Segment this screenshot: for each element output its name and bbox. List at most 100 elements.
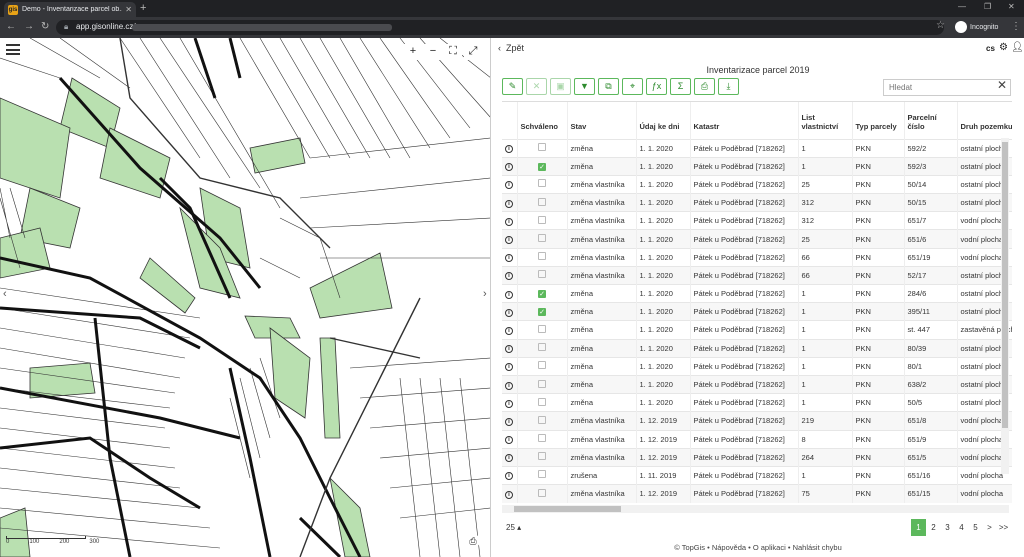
page-5[interactable]: 5 <box>969 519 982 536</box>
info-icon[interactable]: i <box>505 308 513 317</box>
col-udaj[interactable]: Údaj ke dni <box>636 102 691 139</box>
col-schvaleno[interactable]: Schváleno <box>517 102 568 139</box>
col-parcelni-cislo[interactable]: Parcelní číslo <box>904 102 958 139</box>
page-1[interactable]: 1 <box>911 519 926 536</box>
table-row[interactable]: i ✓ změna 1. 1. 2020 Pátek u Poděbrad [71826… <box>502 156 1012 176</box>
browser-tab[interactable]: gis Demo - Inventarizace parcel ob... ✕ <box>4 2 136 17</box>
approved-checkbox[interactable] <box>538 143 546 152</box>
filter-map-button[interactable]: ⧉ <box>598 78 619 95</box>
download-button[interactable]: ⤓ <box>718 78 739 95</box>
zoom-out-button[interactable]: − <box>424 44 442 60</box>
col-katastr[interactable]: Katastr <box>690 102 799 139</box>
table-row[interactable]: i změna vlastníka 1. 12. 2019 Pátek u Poděb… <box>502 429 1012 449</box>
page-3[interactable]: 3 <box>941 519 954 536</box>
map-view[interactable]: + − ⛶ ⤢ ‹ › 0 100 200 300 ⎙ <box>0 38 491 557</box>
approved-checkbox[interactable] <box>538 415 546 424</box>
table-row[interactable]: i změna 1. 1. 2020 Pátek u Poděbrad [718262… <box>502 320 1012 340</box>
reload-icon[interactable]: ↻ <box>41 21 49 33</box>
info-icon[interactable]: i <box>505 236 513 245</box>
col-typ-parcely[interactable]: Typ parcely <box>852 102 905 139</box>
page-2[interactable]: 2 <box>927 519 940 536</box>
close-icon[interactable]: ✕ <box>125 5 132 14</box>
footer-report-link[interactable]: Nahlásit chybu <box>793 543 842 552</box>
table-row[interactable]: i ✓ změna 1. 1. 2020 Pátek u Poděbrad [71826… <box>502 283 1012 303</box>
info-icon[interactable]: i <box>505 345 513 354</box>
user-icon[interactable]: 👤︎ <box>1011 42 1024 53</box>
approved-checkbox[interactable] <box>538 343 546 352</box>
col-stav[interactable]: Stav <box>567 102 637 139</box>
info-icon[interactable]: i <box>505 490 513 499</box>
approved-checkbox[interactable]: ✓ <box>538 290 546 299</box>
search-input[interactable] <box>883 79 1011 96</box>
browser-menu-icon[interactable]: ⋮ <box>1011 21 1021 32</box>
approved-checkbox[interactable] <box>538 179 546 188</box>
clear-search-icon[interactable]: ✕ <box>997 78 1007 92</box>
col-info[interactable] <box>502 102 518 139</box>
info-icon[interactable]: i <box>505 417 513 426</box>
table-row[interactable]: i změna vlastníka 1. 12. 2019 Pátek u Poděb… <box>502 484 1012 503</box>
footer-help-link[interactable]: Nápověda <box>712 543 746 552</box>
table-row[interactable]: i změna vlastníka 1. 12. 2019 Pátek u Poděb… <box>502 447 1012 467</box>
new-tab-icon[interactable]: + <box>140 2 146 15</box>
info-icon[interactable]: i <box>505 272 513 281</box>
gear-icon[interactable]: ⚙ <box>999 42 1008 53</box>
edit-button[interactable]: ✎ <box>502 78 523 95</box>
approved-checkbox[interactable] <box>538 234 546 243</box>
fullscreen-icon[interactable]: ⤢ <box>464 44 482 60</box>
approved-checkbox[interactable] <box>538 470 546 479</box>
approved-checkbox[interactable]: ✓ <box>538 162 546 171</box>
info-icon[interactable]: i <box>505 454 513 463</box>
info-icon[interactable]: i <box>505 181 513 190</box>
info-icon[interactable]: i <box>505 399 513 408</box>
window-close-icon[interactable]: ✕ <box>1008 2 1015 11</box>
vertical-scrollbar[interactable] <box>1001 138 1009 474</box>
horizontal-scrollbar[interactable] <box>502 505 1009 513</box>
table-row[interactable]: i změna vlastníka 1. 12. 2019 Pátek u Poděb… <box>502 411 1012 430</box>
language-switch[interactable]: cs <box>986 44 995 53</box>
back-arrow-icon[interactable]: ← <box>6 21 16 33</box>
incognito-indicator[interactable]: Incognito <box>955 21 998 33</box>
table-row[interactable]: i změna vlastníka 1. 1. 2020 Pátek u Poděbr… <box>502 211 1012 230</box>
table-row[interactable]: i ✓ změna 1. 1. 2020 Pátek u Poděbrad [71826… <box>502 302 1012 321</box>
col-list-vlastnictvi[interactable]: List vlastnictví <box>798 102 853 139</box>
cadastral-map[interactable] <box>0 38 491 557</box>
select-map-button[interactable]: ⌖ <box>622 78 643 95</box>
zoom-extent-icon[interactable]: ⛶ <box>444 44 462 60</box>
table-row[interactable]: i změna 1. 1. 2020 Pátek u Poděbrad [718262… <box>502 138 1012 158</box>
map-menu-icon[interactable] <box>6 44 20 55</box>
page-4[interactable]: 4 <box>955 519 968 536</box>
table-row[interactable]: i změna 1. 1. 2020 Pátek u Poděbrad [718262… <box>502 356 1012 376</box>
info-icon[interactable]: i <box>505 254 513 263</box>
approved-checkbox[interactable] <box>538 270 546 279</box>
info-icon[interactable]: i <box>505 472 513 481</box>
filter-button[interactable]: ▼ <box>574 78 595 95</box>
print-button[interactable]: ⎙ <box>694 78 715 95</box>
print-icon[interactable]: ⎙ <box>466 534 480 548</box>
table-row[interactable]: i změna vlastníka 1. 1. 2020 Pátek u Poděbr… <box>502 229 1012 249</box>
info-icon[interactable]: i <box>505 163 513 172</box>
col-druh-pozemku[interactable]: Druh pozemku <box>957 102 1012 139</box>
map-right-arrow-icon[interactable]: › <box>483 288 487 300</box>
info-icon[interactable]: i <box>505 363 513 372</box>
info-icon[interactable]: i <box>505 145 513 154</box>
zoom-in-button[interactable]: + <box>404 44 422 60</box>
page-size-select[interactable]: 25 ▴ <box>506 523 521 532</box>
approved-checkbox[interactable] <box>538 324 546 333</box>
forward-arrow-icon[interactable]: → <box>24 21 34 33</box>
approved-checkbox[interactable] <box>538 488 546 497</box>
page-next[interactable]: > <box>983 519 996 536</box>
info-icon[interactable]: i <box>505 199 513 208</box>
approved-checkbox[interactable] <box>538 215 546 224</box>
minimize-icon[interactable]: — <box>958 2 966 11</box>
info-icon[interactable]: i <box>505 217 513 226</box>
table-row[interactable]: i změna 1. 1. 2020 Pátek u Poděbrad [718262… <box>502 374 1012 394</box>
delete-button[interactable]: ✕ <box>526 78 547 95</box>
map-left-arrow-icon[interactable]: ‹ <box>3 288 7 300</box>
back-button[interactable]: ‹ Zpět <box>498 43 524 53</box>
table-row[interactable]: i změna vlastníka 1. 1. 2020 Pátek u Poděbr… <box>502 247 1012 267</box>
table-row[interactable]: i změna 1. 1. 2020 Pátek u Poděbrad [718262… <box>502 338 1012 358</box>
maximize-icon[interactable]: ❐ <box>984 2 991 11</box>
footer-about-link[interactable]: O aplikaci <box>753 543 786 552</box>
table-row[interactable]: i změna vlastníka 1. 1. 2020 Pátek u Poděbr… <box>502 174 1012 194</box>
table-row[interactable]: i změna vlastníka 1. 1. 2020 Pátek u Poděbr… <box>502 193 1012 212</box>
